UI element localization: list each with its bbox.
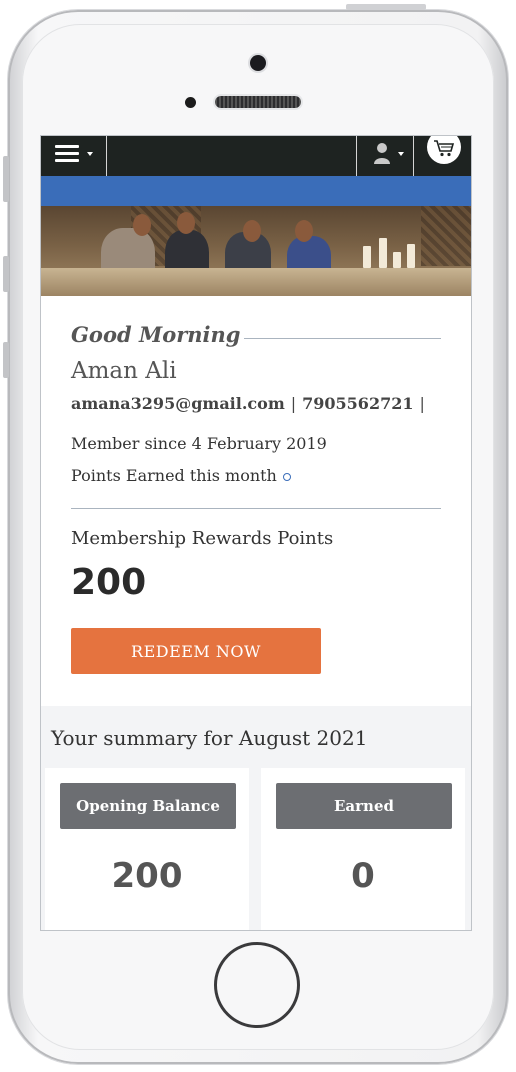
monthly-summary: Your summary for August 2021 Opening Bal… [41,706,471,930]
chevron-down-icon [87,152,93,156]
mute-switch [3,156,9,202]
chevron-down-icon [398,152,404,156]
top-navigation-bar [41,136,471,176]
app-screen: Good Morning Aman Ali amana3295@gmail.co… [40,135,472,931]
points-earned-label: Points Earned this month [71,466,277,485]
user-icon [374,143,390,164]
earned-card: Earned 0 [261,768,465,930]
greeting-row: Good Morning [71,322,441,347]
card-value: 200 [111,856,183,896]
user-account-button[interactable] [356,136,414,176]
card-label: Opening Balance [60,783,236,829]
hero-dining-image [41,206,471,296]
earpiece-speaker [215,96,301,108]
cart-icon [434,140,455,157]
member-since-text: Member since 4 February 2019 [71,434,327,453]
volume-up-button [3,256,9,292]
greeting-text: Good Morning [71,322,245,347]
card-value: 0 [351,856,375,896]
summary-title: Your summary for August 2021 [51,726,368,750]
hamburger-menu-icon [55,145,79,163]
opening-balance-card: Opening Balance 200 [45,768,249,930]
power-button [346,4,426,10]
info-icon[interactable] [282,472,291,481]
card-label: Earned [276,783,452,829]
menu-button[interactable] [41,136,107,176]
contact-details: amana3295@gmail.com | 7905562721 | [71,394,431,413]
member-name: Aman Ali [71,358,177,384]
points-earned-month: Points Earned this month [71,466,291,485]
rewards-label: Membership Rewards Points [71,528,334,549]
separator: | [290,394,297,413]
separator: | [419,394,425,413]
home-button[interactable] [214,942,300,1028]
rewards-points-value: 200 [71,562,147,603]
front-camera [250,55,266,71]
volume-down-button [3,342,9,378]
cart-button[interactable] [427,136,461,164]
redeem-now-button[interactable]: REDEEM NOW [71,628,321,674]
proximity-sensor [185,97,196,108]
section-divider [71,508,441,509]
email-text: amana3295@gmail.com [71,394,285,413]
phone-text: 7905562721 [302,394,414,413]
header-accent-band [41,176,471,206]
